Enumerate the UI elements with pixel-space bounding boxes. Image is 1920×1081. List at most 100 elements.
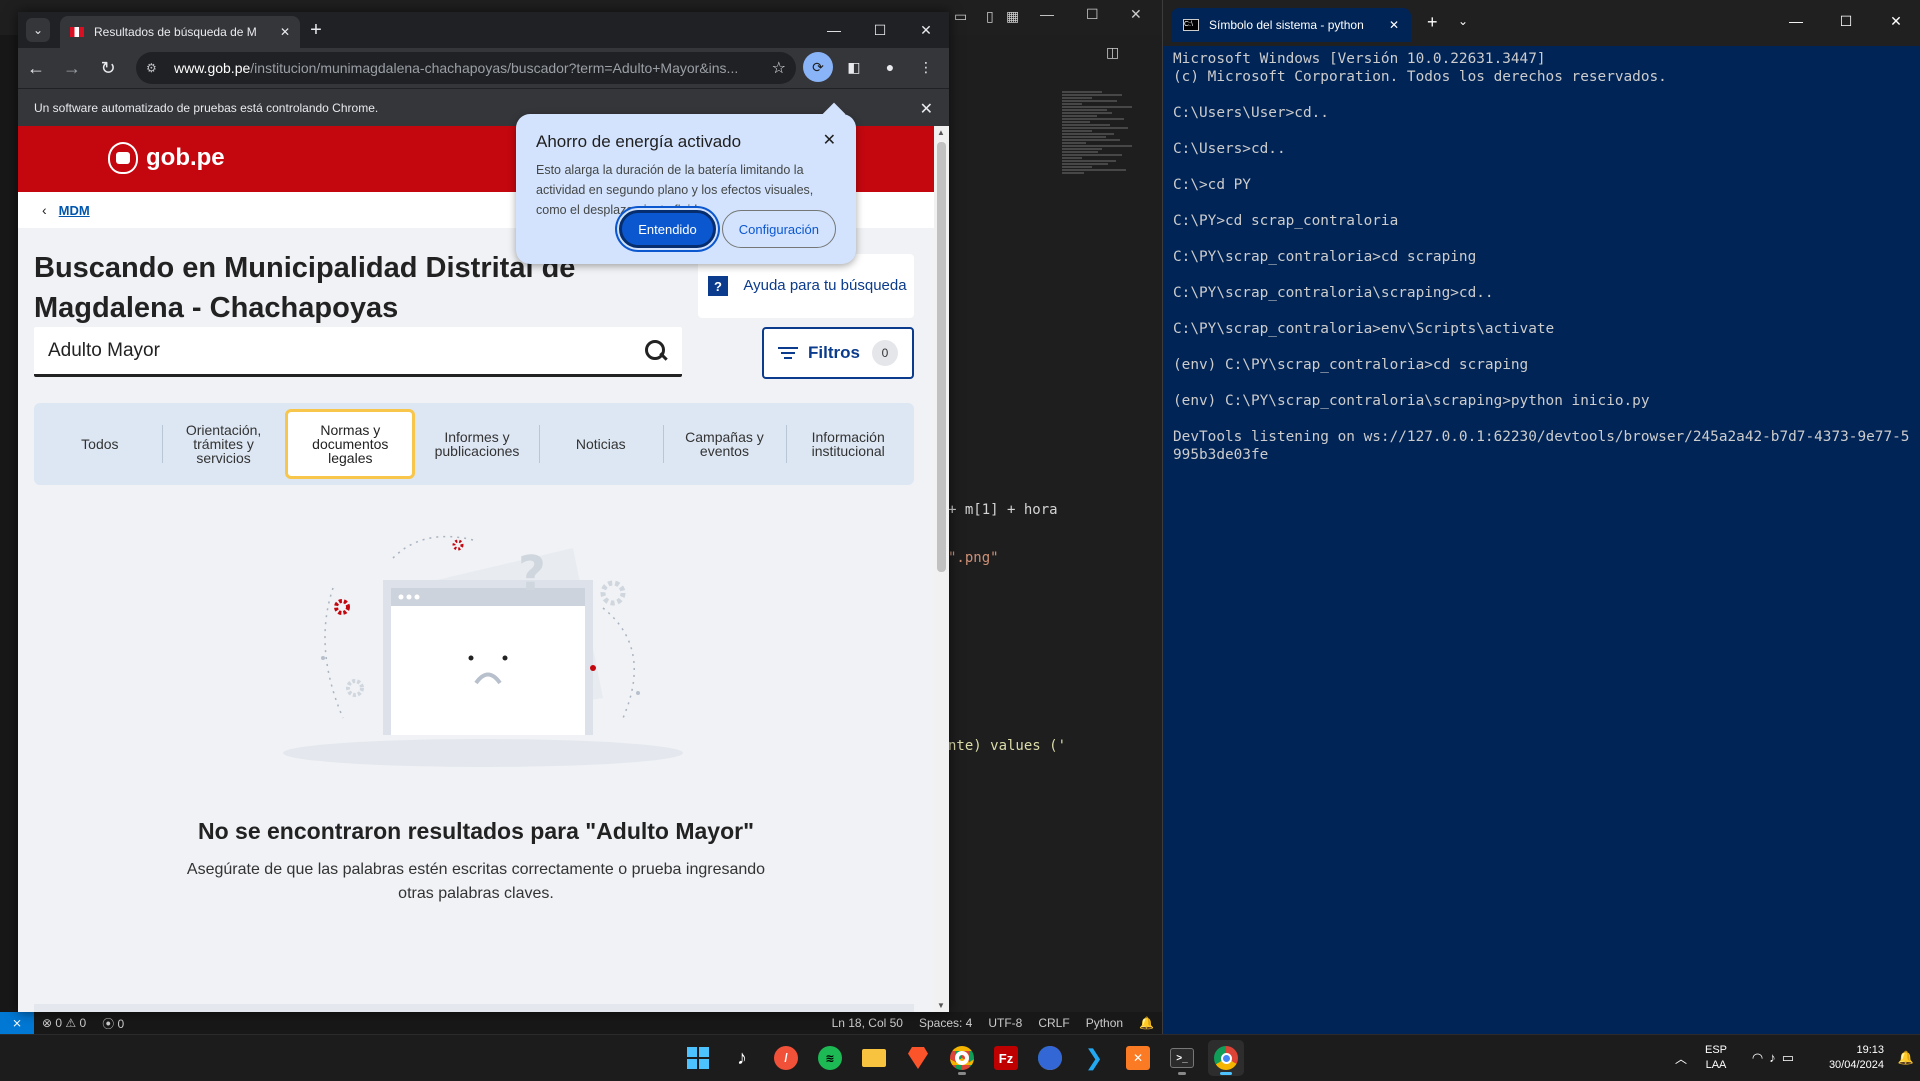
terminal-line: C:\Users>cd.. (1173, 141, 1286, 157)
chevron-down-icon[interactable]: ⌄ (1458, 14, 1468, 28)
split-editor-icon[interactable]: ◫ (1106, 44, 1119, 61)
notification-bell-icon[interactable]: 🔔 (1892, 1050, 1920, 1066)
entendido-button[interactable]: Entendido (619, 210, 716, 248)
clock-time: 19:13 (1856, 1044, 1884, 1056)
url-text[interactable]: www.gob.pe/institucion/munimagdalena-cha… (174, 60, 772, 76)
terminal-line: (env) C:\PY\scrap_contraloria>cd scrapin… (1173, 357, 1529, 373)
terminal-icon[interactable]: >_ (1164, 1040, 1200, 1076)
filter-button[interactable]: Filtros 0 (762, 327, 914, 379)
terminal-tab[interactable]: C:\ Símbolo del sistema - python ✕ (1171, 8, 1411, 42)
close-window-button[interactable]: ✕ (903, 12, 949, 48)
clock[interactable]: 19:13 30/04/2024 (1816, 1043, 1892, 1073)
maximize-button[interactable]: ☐ (1821, 0, 1871, 42)
swift-icon[interactable]: / (768, 1040, 804, 1076)
terminal-line: C:\PY>cd scrap_contraloria (1173, 213, 1399, 229)
language-indicator[interactable]: ESP LAA (1696, 1043, 1736, 1073)
terminal-output[interactable]: Microsoft Windows [Versión 10.0.22631.34… (1173, 50, 1913, 464)
peru-shield-icon (108, 142, 138, 174)
bookmark-star-icon[interactable]: ☆ (772, 58, 786, 78)
menu-icon[interactable]: ⋮ (911, 52, 941, 82)
terminal-line: C:\>cd PY (1173, 177, 1251, 193)
forward-button[interactable]: → (54, 58, 90, 79)
minimize-button[interactable]: — (811, 12, 857, 48)
configuracion-button[interactable]: Configuración (721, 210, 836, 248)
code-editor[interactable]: + m[1] + hora ".png" nte) values (' (948, 470, 1066, 786)
status-indentation[interactable]: Spaces: 4 (911, 1016, 980, 1030)
vscode-icon[interactable]: ❯ (1076, 1040, 1112, 1076)
page-scrollbar[interactable]: ▲ ▼ (934, 126, 949, 1012)
brave-icon[interactable] (900, 1040, 936, 1076)
minimize-button[interactable]: — (1771, 0, 1821, 42)
clock-date: 30/04/2024 (1828, 1059, 1884, 1071)
close-window-button[interactable]: ✕ (1871, 0, 1920, 42)
search-icon[interactable] (644, 339, 668, 363)
side-panel-icon[interactable]: ◧ (839, 52, 869, 82)
tab-noticias[interactable]: Noticias (538, 419, 663, 469)
close-tab-icon[interactable]: ✕ (1389, 18, 1399, 32)
code-line: ".png" (948, 550, 999, 566)
tab-orientacion[interactable]: Orientación, trámites y servicios (161, 419, 286, 469)
tab-search-button[interactable]: ⌄ (26, 18, 50, 42)
address-bar[interactable]: ⚙ www.gob.pe/institucion/munimagdalena-c… (136, 52, 796, 84)
category-tabs: Todos Orientación, trámites y servicios … (34, 403, 914, 485)
maximize-icon[interactable]: ☐ (1086, 6, 1099, 23)
layout-icon[interactable]: ▭ (954, 8, 967, 25)
file-explorer-icon[interactable] (856, 1040, 892, 1076)
bell-icon[interactable]: 🔔 (1131, 1016, 1162, 1030)
tab-informacion[interactable]: Información institucional (786, 419, 910, 469)
energy-saver-icon[interactable]: ⟳ (803, 52, 833, 82)
new-terminal-tab-button[interactable]: + (1427, 12, 1438, 33)
tab-campanas[interactable]: Campañas y eventos (662, 419, 787, 469)
tab-normas[interactable]: Normas y documentos legales (285, 409, 416, 479)
minimap[interactable] (1062, 90, 1152, 240)
breadcrumb-link[interactable]: MDM (59, 203, 90, 218)
status-encoding[interactable]: UTF-8 (980, 1016, 1030, 1030)
browser-tab[interactable]: Resultados de búsqueda de M ✕ (60, 16, 300, 48)
tiktok-icon[interactable]: ♪ (724, 1040, 760, 1076)
tab-todos[interactable]: Todos (38, 419, 162, 469)
infobar-text: Un software automatizado de pruebas está… (34, 100, 379, 115)
new-tab-button[interactable]: + (304, 18, 328, 42)
taskbar-apps: ♪ / ≋ Fz ❯ ✕ >_ (680, 1035, 1244, 1081)
status-cursor-position[interactable]: Ln 18, Col 50 (824, 1016, 911, 1030)
chevron-up-icon[interactable]: ︿ (1666, 1050, 1696, 1067)
status-problems[interactable]: ⊗ 0 ⚠ 0 (34, 1016, 94, 1030)
windows-taskbar: ♪ / ≋ Fz ❯ ✕ >_ ︿ ESP LAA ◠♪▭ 19:13 30/0… (0, 1034, 1920, 1080)
maximize-button[interactable]: ☐ (857, 12, 903, 48)
tab-informes[interactable]: Informes y publicaciones (415, 419, 539, 469)
status-ports[interactable]: ⦿ 0 (94, 1015, 132, 1032)
chrome-dev-icon[interactable] (944, 1040, 980, 1076)
filezilla-icon[interactable]: Fz (988, 1040, 1024, 1076)
chrome-canary-icon[interactable] (1032, 1040, 1068, 1076)
scroll-up-icon[interactable]: ▲ (937, 128, 945, 137)
layout-icon[interactable]: ▯ (986, 8, 994, 25)
terminal-line: C:\PY\scrap_contraloria>cd scraping (1173, 249, 1477, 265)
status-eol[interactable]: CRLF (1030, 1016, 1077, 1030)
close-tab-icon[interactable]: ✕ (280, 25, 290, 39)
remote-icon[interactable]: ⨯ (0, 1012, 34, 1034)
back-button[interactable]: ← (18, 58, 54, 79)
status-language[interactable]: Python (1078, 1016, 1131, 1030)
xampp-icon[interactable]: ✕ (1120, 1040, 1156, 1076)
spotify-icon[interactable]: ≋ (812, 1040, 848, 1076)
scrollbar-thumb[interactable] (937, 142, 946, 572)
cmd-icon: C:\ (1183, 19, 1199, 31)
start-icon[interactable] (680, 1040, 716, 1076)
layout-icon[interactable]: ▦ (1006, 8, 1019, 25)
network-volume-battery-icons[interactable]: ◠♪▭ (1736, 1050, 1816, 1066)
site-info-icon[interactable]: ⚙ (146, 61, 166, 75)
close-infobar-icon[interactable]: ✕ (920, 99, 933, 119)
reload-button[interactable]: ↻ (90, 58, 126, 79)
scroll-down-icon[interactable]: ▼ (937, 1001, 945, 1010)
close-popup-icon[interactable]: ✕ (823, 130, 836, 150)
search-input[interactable]: Adulto Mayor (34, 327, 682, 377)
close-icon[interactable]: ✕ (1130, 6, 1142, 23)
profile-icon[interactable]: ● (875, 52, 905, 82)
chrome-icon[interactable] (1208, 1040, 1244, 1076)
minimize-icon[interactable]: — (1040, 6, 1054, 22)
gob-logo[interactable]: gob.pe (108, 142, 225, 174)
code-line: nte) values (' (948, 738, 1067, 754)
search-value[interactable]: Adulto Mayor (48, 340, 644, 362)
